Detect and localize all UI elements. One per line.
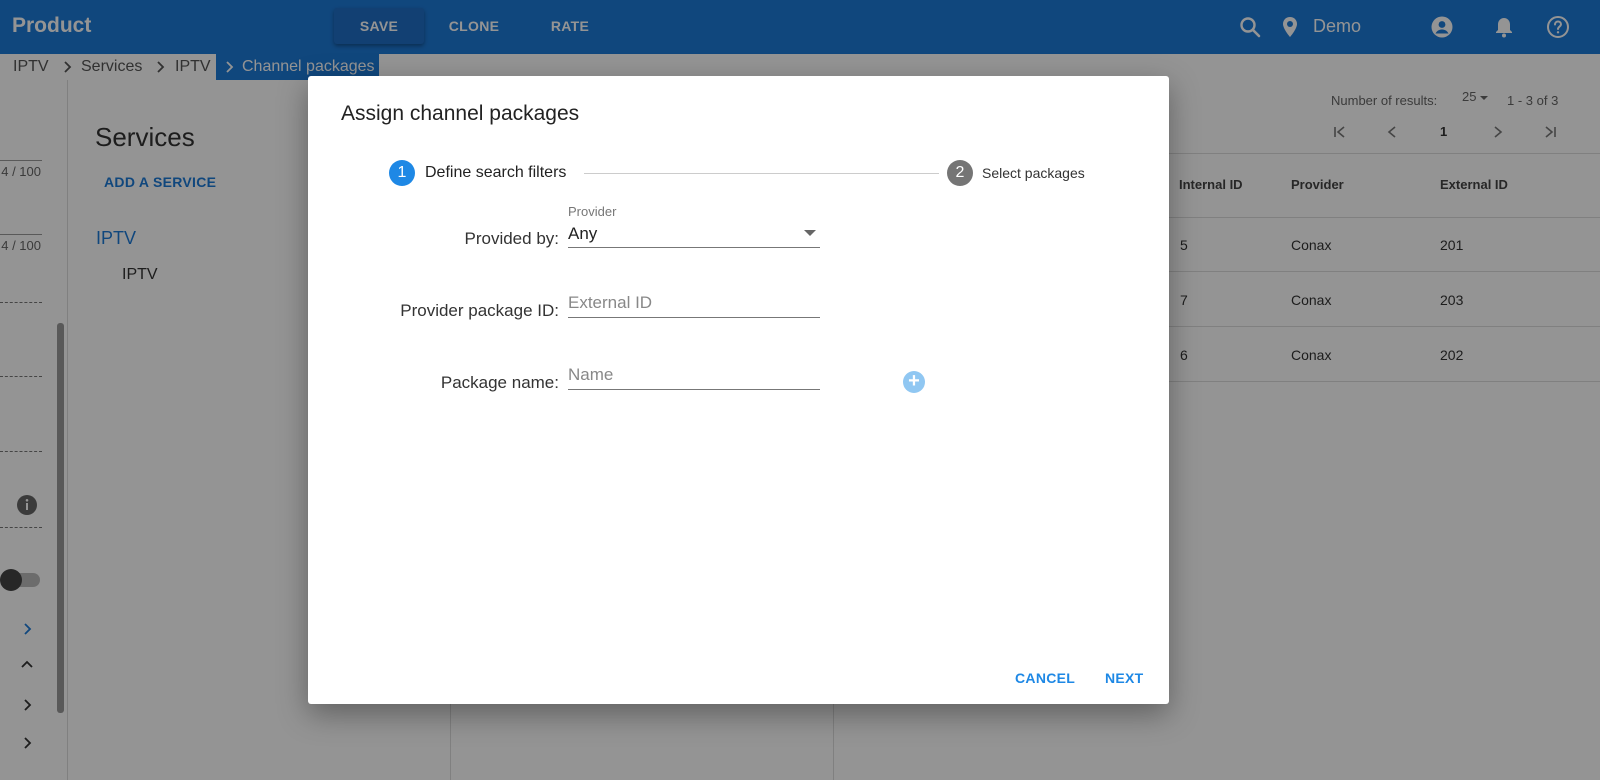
add-filter-icon[interactable]: + [903, 371, 925, 393]
provider-select[interactable]: Any [568, 220, 820, 248]
step-2-indicator: 2 [947, 160, 973, 186]
dialog-title: Assign channel packages [341, 102, 580, 125]
chevron-down-icon [804, 230, 816, 236]
provider-package-id-input[interactable] [568, 288, 820, 318]
provider-package-id-label: Provider package ID: [400, 301, 559, 320]
provider-select-value: Any [568, 224, 598, 243]
stepper-connector [584, 173, 939, 174]
package-name-input[interactable] [568, 360, 820, 390]
step-1-label: Define search filters [425, 164, 567, 181]
step-1-indicator: 1 [389, 160, 415, 186]
assign-channel-packages-dialog: Assign channel packages 1 Define search … [308, 76, 1169, 704]
next-button[interactable]: NEXT [1105, 670, 1144, 686]
step-2-label: Select packages [982, 165, 1085, 181]
provided-by-label: Provided by: [464, 229, 560, 248]
package-name-label: Package name: [440, 373, 559, 392]
cancel-button[interactable]: CANCEL [1015, 670, 1075, 686]
provider-floating-label: Provider [568, 204, 617, 219]
